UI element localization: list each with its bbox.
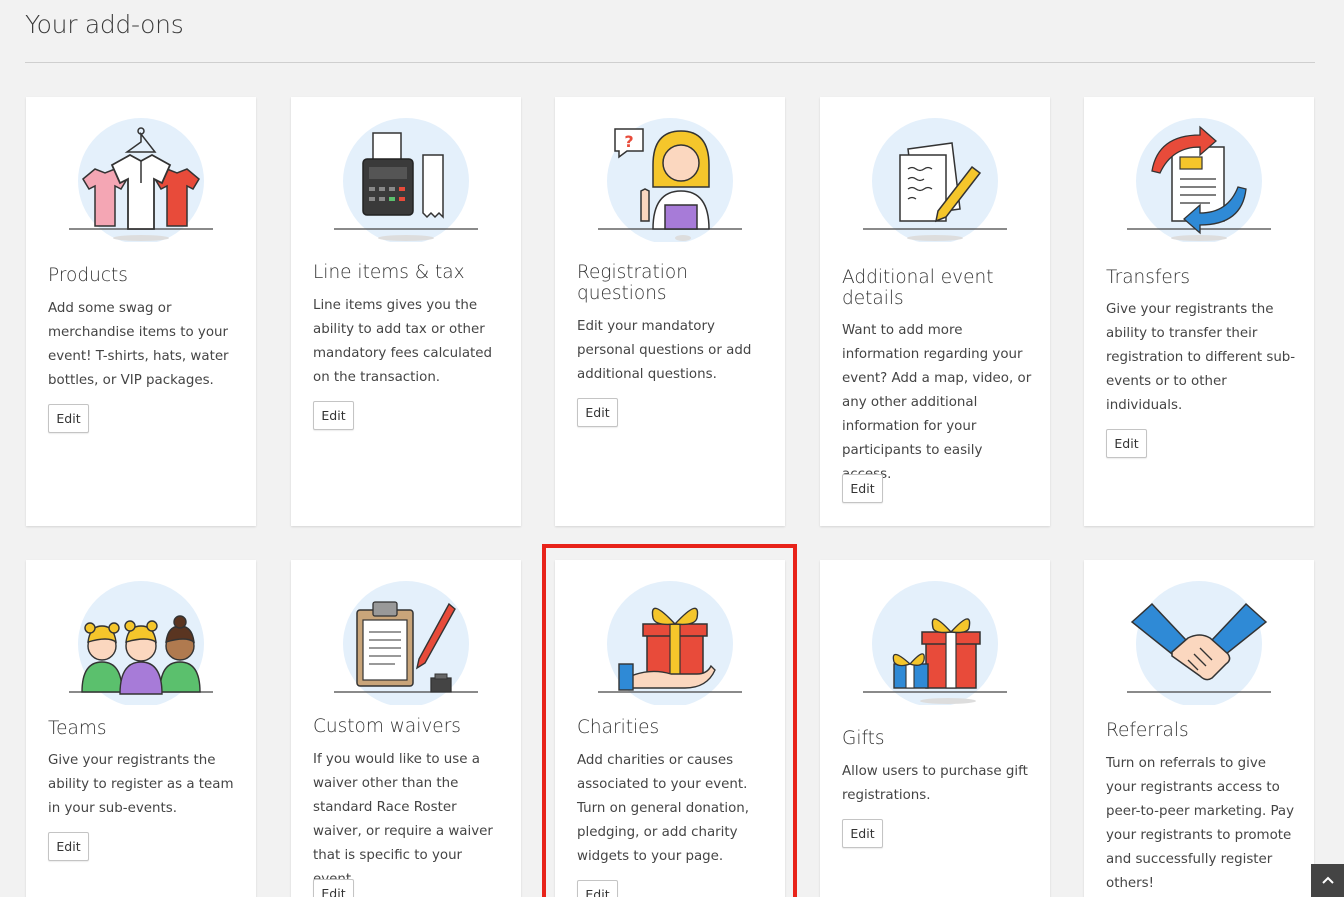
addon-description: Allow users to purchase gift registratio… bbox=[842, 764, 1028, 803]
addon-card-transfers: Transfers Give your registrants the abil… bbox=[1084, 97, 1314, 526]
chevron-up-icon bbox=[1321, 876, 1334, 884]
addon-description: Add charities or causes associated to yo… bbox=[577, 753, 750, 864]
document-pencil-icon bbox=[863, 118, 1007, 242]
addon-title: Additional event details bbox=[842, 267, 994, 309]
clipboard-pen-icon bbox=[334, 581, 478, 705]
page-title: Your add-ons bbox=[25, 10, 184, 39]
addon-card-teams: Teams Give your registrants the ability … bbox=[26, 560, 256, 897]
addon-card-additional-details: Additional event details Want to add mor… bbox=[820, 97, 1050, 526]
handshake-icon bbox=[1127, 581, 1271, 705]
cash-register-icon bbox=[334, 118, 478, 242]
addon-description: Give your registrants the ability to tra… bbox=[1106, 302, 1296, 413]
addon-card-custom-waivers: Custom waivers If you would like to use … bbox=[291, 560, 521, 897]
title-divider bbox=[25, 62, 1315, 63]
addon-title: Custom waivers bbox=[313, 716, 461, 737]
addon-title: Line items & tax bbox=[313, 262, 465, 283]
edit-button-charities[interactable]: Edit bbox=[577, 880, 618, 897]
scroll-top-button[interactable] bbox=[1311, 864, 1344, 897]
addon-card-line-items: Line items & tax Line items gives you th… bbox=[291, 97, 521, 526]
addon-card-gifts: Gifts Allow users to purchase gift regis… bbox=[820, 560, 1050, 897]
addon-title: Registration questions bbox=[577, 262, 688, 304]
transfer-document-icon bbox=[1127, 118, 1271, 242]
addon-title: Referrals bbox=[1106, 720, 1189, 741]
team-people-icon bbox=[69, 581, 213, 705]
addon-title: Gifts bbox=[842, 728, 885, 749]
question-person-icon: ? bbox=[598, 118, 742, 242]
edit-button-registration-questions[interactable]: Edit bbox=[577, 398, 618, 427]
edit-button-custom-waivers[interactable]: Edit bbox=[313, 879, 354, 897]
edit-button-gifts[interactable]: Edit bbox=[842, 819, 883, 848]
clothing-icon bbox=[69, 118, 213, 242]
addon-description: If you would like to use a waiver other … bbox=[313, 752, 493, 887]
svg-text:?: ? bbox=[624, 132, 633, 151]
edit-button-products[interactable]: Edit bbox=[48, 404, 89, 433]
addon-title: Transfers bbox=[1106, 267, 1191, 288]
addon-card-referrals: Referrals Turn on referrals to give your… bbox=[1084, 560, 1314, 897]
edit-button-transfers[interactable]: Edit bbox=[1106, 429, 1147, 458]
gift-boxes-icon bbox=[863, 581, 1007, 705]
addon-description: Want to add more information regarding y… bbox=[842, 323, 1032, 482]
addon-title: Products bbox=[48, 265, 128, 286]
addon-description: Add some swag or merchandise items to yo… bbox=[48, 301, 229, 388]
addon-card-charities: Charities Add charities or causes associ… bbox=[555, 560, 785, 897]
addon-description: Turn on referrals to give your registran… bbox=[1106, 756, 1295, 891]
addon-card-products: Products Add some swag or merchandise it… bbox=[26, 97, 256, 526]
gift-hand-icon bbox=[598, 581, 742, 705]
addon-description: Line items gives you the ability to add … bbox=[313, 298, 493, 385]
addon-description: Edit your mandatory personal questions o… bbox=[577, 319, 752, 382]
addon-description: Give your registrants the ability to reg… bbox=[48, 753, 234, 816]
addon-title: Charities bbox=[577, 717, 660, 738]
addon-title: Teams bbox=[48, 718, 107, 739]
addon-card-registration-questions: ? Registration questions Edit your manda… bbox=[555, 97, 785, 526]
edit-button-additional-details[interactable]: Edit bbox=[842, 474, 883, 503]
edit-button-teams[interactable]: Edit bbox=[48, 832, 89, 861]
edit-button-line-items[interactable]: Edit bbox=[313, 401, 354, 430]
